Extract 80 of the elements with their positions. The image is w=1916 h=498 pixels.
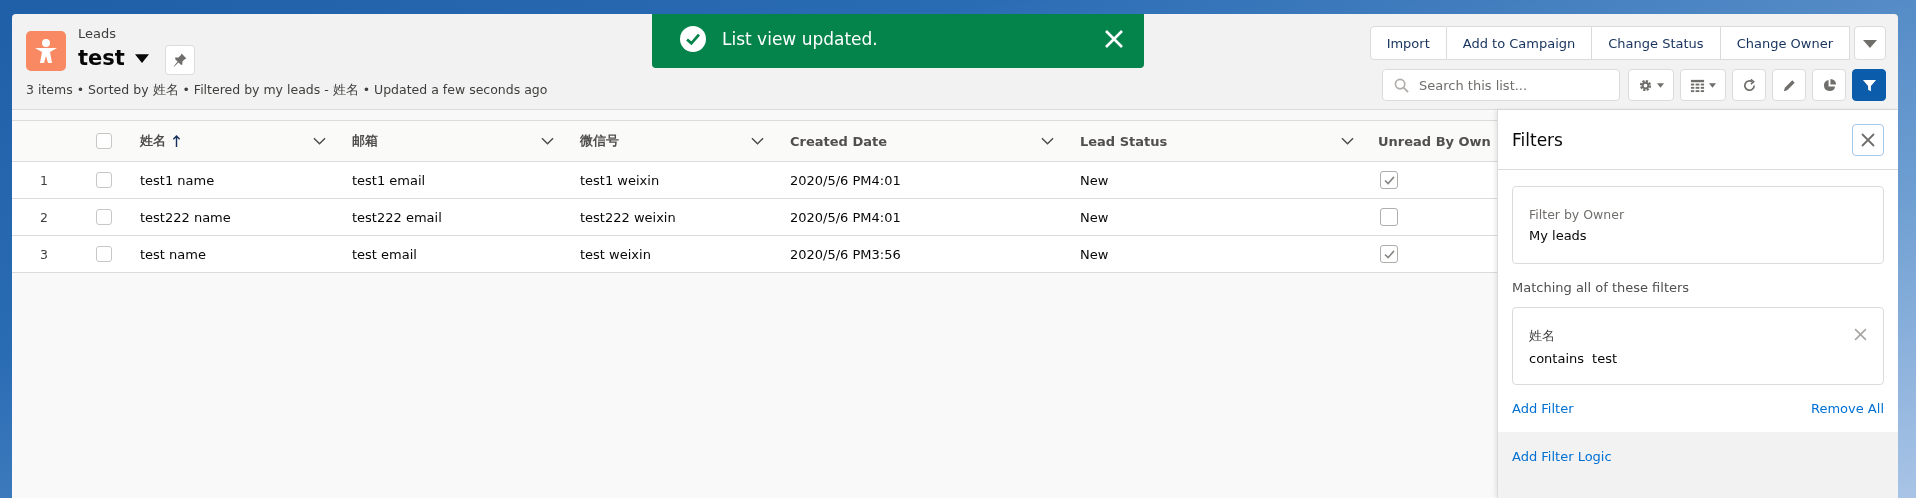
chevron-down-icon[interactable] <box>1041 137 1054 145</box>
caret-icon <box>1709 82 1716 88</box>
pin-button[interactable] <box>164 45 195 75</box>
caret-icon[interactable] <box>134 53 149 63</box>
search-field[interactable]: Search this list... <box>1382 69 1620 101</box>
table-cell: test weixin <box>580 246 651 262</box>
settings-button[interactable] <box>1628 69 1674 101</box>
filter-field: 姓名 <box>1529 326 1555 345</box>
filter-button[interactable] <box>1852 69 1886 101</box>
owner-filter-card[interactable]: Filter by Owner My leads <box>1512 186 1884 264</box>
filter-card[interactable]: 姓名 contains test <box>1512 307 1884 385</box>
table-cell: test1 weixin <box>580 172 660 188</box>
remove-all-link[interactable]: Remove All <box>1811 401 1884 416</box>
pin-icon <box>171 52 188 68</box>
action-button[interactable]: Add to Campaign <box>1446 26 1593 60</box>
column-header[interactable]: Created Date <box>790 133 887 149</box>
row-number: 3 <box>40 246 48 262</box>
gear-icon <box>1638 77 1653 93</box>
chevron-down-icon[interactable] <box>751 137 764 145</box>
more-actions-button[interactable] <box>1854 26 1886 60</box>
chart-button[interactable] <box>1812 69 1846 101</box>
add-filter-logic-link[interactable]: Add Filter Logic <box>1512 449 1612 464</box>
object-label: Leads <box>78 26 117 41</box>
refresh-button[interactable] <box>1732 69 1766 101</box>
refresh-icon <box>1741 77 1757 93</box>
caret-icon <box>1657 82 1664 88</box>
filter-label: Filter by Owner <box>1529 207 1625 222</box>
section-label: Matching all of these filters <box>1512 280 1691 295</box>
edit-button[interactable] <box>1772 69 1806 101</box>
checkmark-icon <box>1383 175 1395 185</box>
table-cell: test email <box>352 246 417 262</box>
list-summary: 3 items • Sorted by 姓名 • Filtered by my leads - 姓名 • Updated a few seconds ago <box>26 82 548 99</box>
list-view-title: test <box>78 46 125 70</box>
column-header[interactable]: 微信号 <box>580 132 619 150</box>
filter-icon <box>1861 77 1877 93</box>
row-number: 2 <box>40 209 48 225</box>
chevron-down-icon[interactable] <box>313 137 326 145</box>
display-button[interactable] <box>1680 69 1726 101</box>
table-cell: 2020/5/6 PM4:01 <box>790 209 901 225</box>
table-cell: test1 name <box>140 172 215 188</box>
table-cell: test1 email <box>352 172 426 188</box>
table-cell: 2020/5/6 PM4:01 <box>790 172 901 188</box>
table-cell: 2020/5/6 PM3:56 <box>790 246 901 262</box>
column-header[interactable]: 姓名 <box>140 132 166 150</box>
close-button[interactable] <box>1852 123 1884 156</box>
close-icon <box>1861 132 1875 147</box>
table-cell: test name <box>140 246 206 262</box>
checkmark-icon <box>1383 249 1395 259</box>
row-checkbox[interactable] <box>96 172 112 188</box>
table-cell: New <box>1080 209 1109 225</box>
select-all-checkbox[interactable] <box>96 133 112 149</box>
panel-title: Filters <box>1512 129 1563 150</box>
row-checkbox[interactable] <box>96 246 112 262</box>
table-cell: test222 email <box>352 209 442 225</box>
filter-operator: contains <box>1529 350 1585 366</box>
table-icon <box>1690 77 1705 93</box>
chevron-down-icon[interactable] <box>1341 137 1354 145</box>
chevron-down-icon[interactable] <box>541 137 554 145</box>
table-cell: New <box>1080 246 1109 262</box>
column-header[interactable]: 邮箱 <box>352 132 378 150</box>
pie-chart-icon <box>1821 77 1837 93</box>
action-button[interactable]: Import <box>1369 26 1447 60</box>
lead-icon <box>26 30 66 71</box>
table-cell: test222 name <box>140 209 231 225</box>
column-header[interactable]: Lead Status <box>1080 133 1168 149</box>
close-icon[interactable] <box>1104 29 1124 49</box>
filter-value: test <box>1592 350 1617 366</box>
action-button[interactable]: Change Status <box>1592 26 1721 60</box>
add-filter-link[interactable]: Add Filter <box>1512 401 1574 416</box>
column-header[interactable]: Unread By Own <box>1378 133 1491 149</box>
success-icon <box>680 26 706 52</box>
table-cell: test222 weixin <box>580 209 676 225</box>
row-number: 1 <box>40 172 48 188</box>
action-button[interactable]: Change Owner <box>1720 26 1850 60</box>
table-cell: New <box>1080 172 1109 188</box>
filter-value: My leads <box>1529 228 1587 243</box>
sort-ascending-icon <box>172 134 181 148</box>
caret-icon <box>1863 39 1877 48</box>
row-checkbox[interactable] <box>96 209 112 225</box>
toast-message: List view updated. <box>722 29 879 49</box>
